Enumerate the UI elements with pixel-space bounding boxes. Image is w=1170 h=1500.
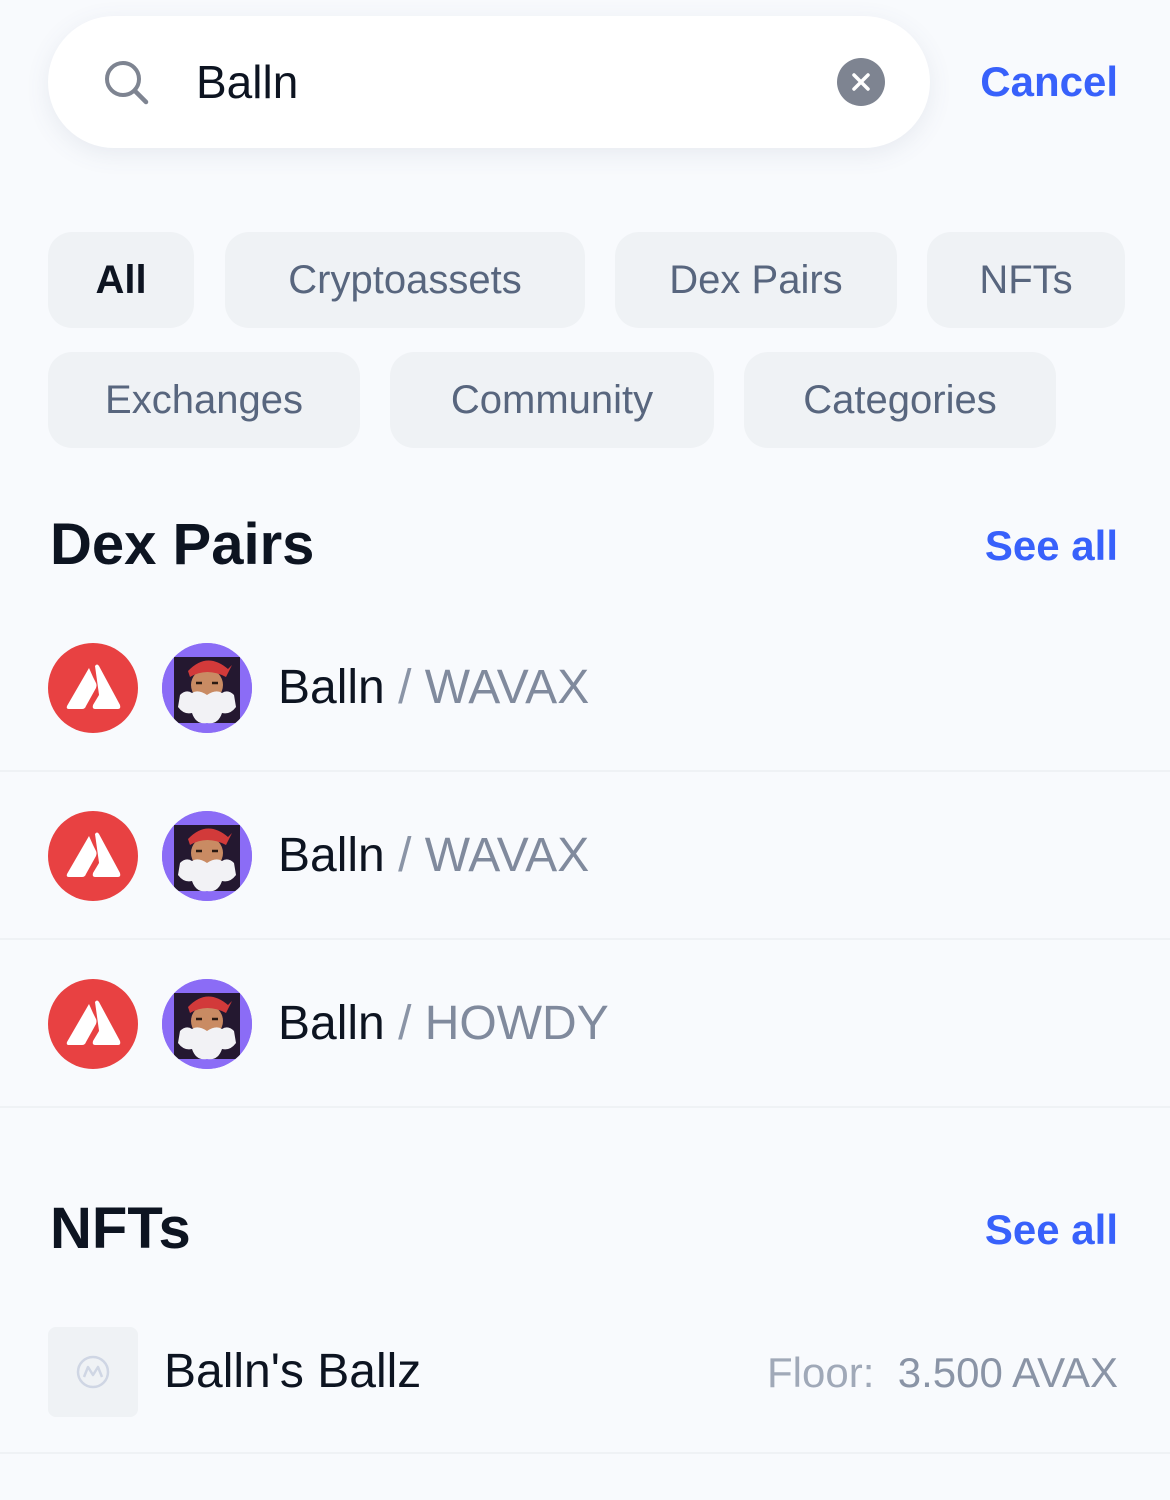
balln-token-icon (162, 979, 252, 1069)
placeholder-logo-icon (48, 1327, 138, 1417)
pair-separator: / (384, 829, 425, 882)
search-input[interactable]: Balln (48, 16, 930, 148)
nfts-see-all-link[interactable]: See all (985, 1204, 1118, 1256)
floor-value: 3.500 AVAX (897, 1349, 1118, 1396)
search-row: Balln Cancel (48, 16, 1118, 148)
dex-pair-label: Balln / HOWDY (278, 995, 609, 1053)
clear-search-button[interactable] (837, 58, 885, 106)
pair-quote-symbol: WAVAX (424, 829, 590, 882)
filter-chip-all[interactable]: All (48, 232, 194, 328)
balln-token-icon (162, 643, 252, 733)
filter-chip-dex-pairs[interactable]: Dex Pairs (615, 232, 897, 328)
nfts-section-title: NFTs (50, 1196, 191, 1261)
search-icon (105, 61, 149, 105)
filter-chip-exchanges[interactable]: Exchanges (48, 352, 360, 448)
pair-separator: / (384, 661, 425, 714)
avalanche-icon (48, 643, 138, 733)
floor-label: Floor: (767, 1349, 875, 1396)
search-query-text[interactable]: Balln (196, 54, 298, 110)
close-icon (852, 73, 870, 91)
filter-chip-nfts[interactable]: NFTs (927, 232, 1125, 328)
pair-base-symbol: Balln (278, 661, 385, 714)
nft-collection-row[interactable]: Balln's Ballz Floor: 3.500 AVAX (0, 1327, 1170, 1454)
dex-pairs-see-all-link[interactable]: See all (985, 520, 1118, 572)
avalanche-icon (48, 811, 138, 901)
dex-pair-row[interactable]: Balln / WAVAX (0, 643, 1170, 772)
cancel-button[interactable]: Cancel (980, 56, 1118, 108)
pair-quote-symbol: HOWDY (424, 997, 609, 1050)
dex-pair-label: Balln / WAVAX (278, 659, 589, 717)
dex-pair-row[interactable]: Balln / WAVAX (0, 811, 1170, 940)
filter-chip-categories[interactable]: Categories (744, 352, 1056, 448)
avalanche-icon (48, 979, 138, 1069)
nft-collection-name: Balln's Ballz (164, 1345, 422, 1398)
dex-pairs-section-title: Dex Pairs (50, 512, 315, 577)
search-results-page: Balln Cancel All Cryptoassets Dex Pairs … (0, 0, 1170, 1500)
filter-chip-cryptoassets[interactable]: Cryptoassets (225, 232, 585, 328)
dex-pair-label: Balln / WAVAX (278, 827, 589, 885)
dex-pair-row[interactable]: Balln / HOWDY (0, 979, 1170, 1108)
pair-separator: / (384, 997, 425, 1050)
pair-base-symbol: Balln (278, 829, 385, 882)
nft-floor-price: Floor: 3.500 AVAX (767, 1347, 1118, 1399)
balln-token-icon (162, 811, 252, 901)
filter-chip-community[interactable]: Community (390, 352, 714, 448)
pair-quote-symbol: WAVAX (424, 661, 590, 714)
pair-base-symbol: Balln (278, 997, 385, 1050)
